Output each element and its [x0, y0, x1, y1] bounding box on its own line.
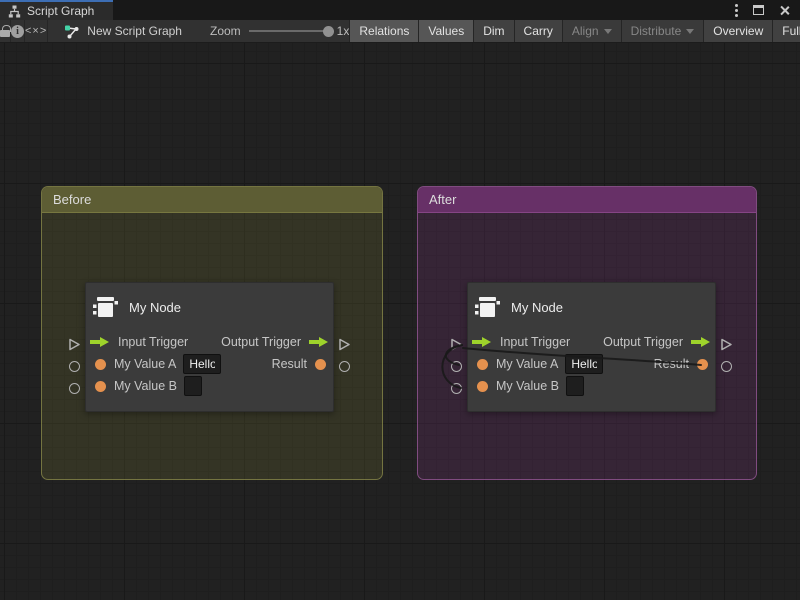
lock-graph-button[interactable] — [0, 20, 11, 42]
fullscreen-button[interactable]: Full Screen — [772, 20, 800, 42]
graph-canvas[interactable]: Before After My Node Inpu — [0, 43, 800, 600]
value-a-input[interactable] — [183, 354, 221, 374]
control-input-connector-icon[interactable] — [450, 338, 463, 351]
current-graph-name: New Script Graph — [64, 20, 182, 42]
distribute-label: Distribute — [631, 24, 682, 38]
align-label: Align — [572, 24, 599, 38]
zoom-control: Zoom 1x — [210, 20, 349, 42]
control-output-connector-icon[interactable] — [720, 338, 733, 351]
trigger-port-row: Input Trigger Output Trigger — [468, 331, 715, 353]
toggle-values-button[interactable]: Values — [418, 20, 473, 42]
node-my-node-before[interactable]: My Node Input Trigger Output Trigger My … — [85, 282, 334, 412]
window-menu-icon[interactable] — [735, 9, 738, 12]
value-input-port-icon[interactable] — [477, 381, 488, 392]
value-input-connector-icon[interactable] — [451, 361, 462, 372]
unity-visual-scripting-window: { "window": { "tab_title": "Script Graph… — [0, 0, 800, 600]
value-output-port-icon[interactable] — [697, 359, 708, 370]
node-title: My Node — [129, 300, 181, 315]
chevron-down-icon — [604, 29, 612, 34]
value-b-input[interactable] — [566, 376, 584, 396]
align-dropdown-button[interactable]: Align — [562, 20, 621, 42]
value-input-connector-icon[interactable] — [69, 361, 80, 372]
trigger-port-row: Input Trigger Output Trigger — [86, 331, 333, 353]
relations-label: Relations — [359, 24, 409, 38]
edit-graph-button[interactable]: <×> — [25, 20, 48, 42]
code-brackets-icon: <×> — [25, 25, 47, 37]
graph-name-label: New Script Graph — [87, 24, 182, 38]
control-output-port-icon[interactable] — [309, 336, 329, 348]
overview-label: Overview — [713, 24, 763, 38]
node-title: My Node — [511, 300, 563, 315]
toggle-dim-button[interactable]: Dim — [473, 20, 513, 42]
unit-node-icon — [474, 294, 500, 320]
value-output-connector-icon[interactable] — [339, 361, 350, 372]
group-title: Before — [53, 192, 91, 207]
padlock-icon — [0, 30, 10, 37]
zoom-label: Zoom — [210, 24, 241, 38]
dim-label: Dim — [483, 24, 504, 38]
value-input-port-icon[interactable] — [95, 359, 106, 370]
toggle-carry-button[interactable]: Carry — [514, 20, 562, 42]
value-a-port-row: My Value A Result — [468, 353, 715, 375]
value-input-connector-icon[interactable] — [451, 383, 462, 394]
control-input-port-icon[interactable] — [90, 336, 110, 348]
control-in-label: Input Trigger — [118, 335, 188, 349]
graph-asset-icon — [64, 24, 80, 39]
zoom-slider[interactable] — [249, 30, 329, 32]
info-icon — [11, 25, 24, 38]
unit-node-icon — [92, 294, 118, 320]
carry-label: Carry — [524, 24, 553, 38]
value-b-label: My Value B — [496, 379, 559, 393]
control-out-label: Output Trigger — [603, 335, 683, 349]
result-label: Result — [272, 357, 307, 371]
node-my-node-after[interactable]: My Node Input Trigger Output Trigger My … — [467, 282, 716, 412]
overview-button[interactable]: Overview — [703, 20, 772, 42]
control-out-label: Output Trigger — [221, 335, 301, 349]
window-controls — [735, 0, 800, 20]
script-graph-icon — [8, 5, 21, 18]
value-input-port-icon[interactable] — [477, 359, 488, 370]
value-a-input[interactable] — [565, 354, 603, 374]
value-b-port-row: My Value B — [86, 375, 333, 397]
group-after-header[interactable]: After — [418, 187, 756, 213]
control-output-port-icon[interactable] — [691, 336, 711, 348]
control-in-label: Input Trigger — [500, 335, 570, 349]
node-header[interactable]: My Node — [86, 283, 333, 331]
chevron-down-icon — [686, 29, 694, 34]
control-input-port-icon[interactable] — [472, 336, 492, 348]
value-b-port-row: My Value B — [468, 375, 715, 397]
group-before-header[interactable]: Before — [42, 187, 382, 213]
value-a-label: My Value A — [496, 357, 558, 371]
graph-toolbar: <×> New Script Graph Zoom 1x Relations V… — [0, 20, 800, 43]
distribute-dropdown-button[interactable]: Distribute — [621, 20, 704, 42]
value-b-label: My Value B — [114, 379, 177, 393]
node-header[interactable]: My Node — [468, 283, 715, 331]
maximize-icon[interactable] — [753, 5, 764, 15]
value-output-port-icon[interactable] — [315, 359, 326, 370]
value-a-label: My Value A — [114, 357, 176, 371]
result-label: Result — [654, 357, 689, 371]
close-icon[interactable] — [779, 5, 790, 16]
values-label: Values — [428, 24, 464, 38]
value-output-connector-icon[interactable] — [721, 361, 732, 372]
value-input-port-icon[interactable] — [95, 381, 106, 392]
zoom-value: 1x — [337, 24, 350, 38]
graph-info-button[interactable] — [11, 20, 25, 42]
fullscreen-label: Full Screen — [782, 24, 800, 38]
tab-script-graph[interactable]: Script Graph — [0, 0, 113, 20]
value-input-connector-icon[interactable] — [69, 383, 80, 394]
group-title: After — [429, 192, 456, 207]
value-a-port-row: My Value A Result — [86, 353, 333, 375]
window-tab-bar: Script Graph — [0, 0, 800, 20]
control-output-connector-icon[interactable] — [338, 338, 351, 351]
control-input-connector-icon[interactable] — [68, 338, 81, 351]
zoom-slider-knob[interactable] — [323, 26, 334, 37]
value-b-input[interactable] — [184, 376, 202, 396]
tab-title: Script Graph — [27, 4, 94, 18]
toggle-relations-button[interactable]: Relations — [349, 20, 418, 42]
